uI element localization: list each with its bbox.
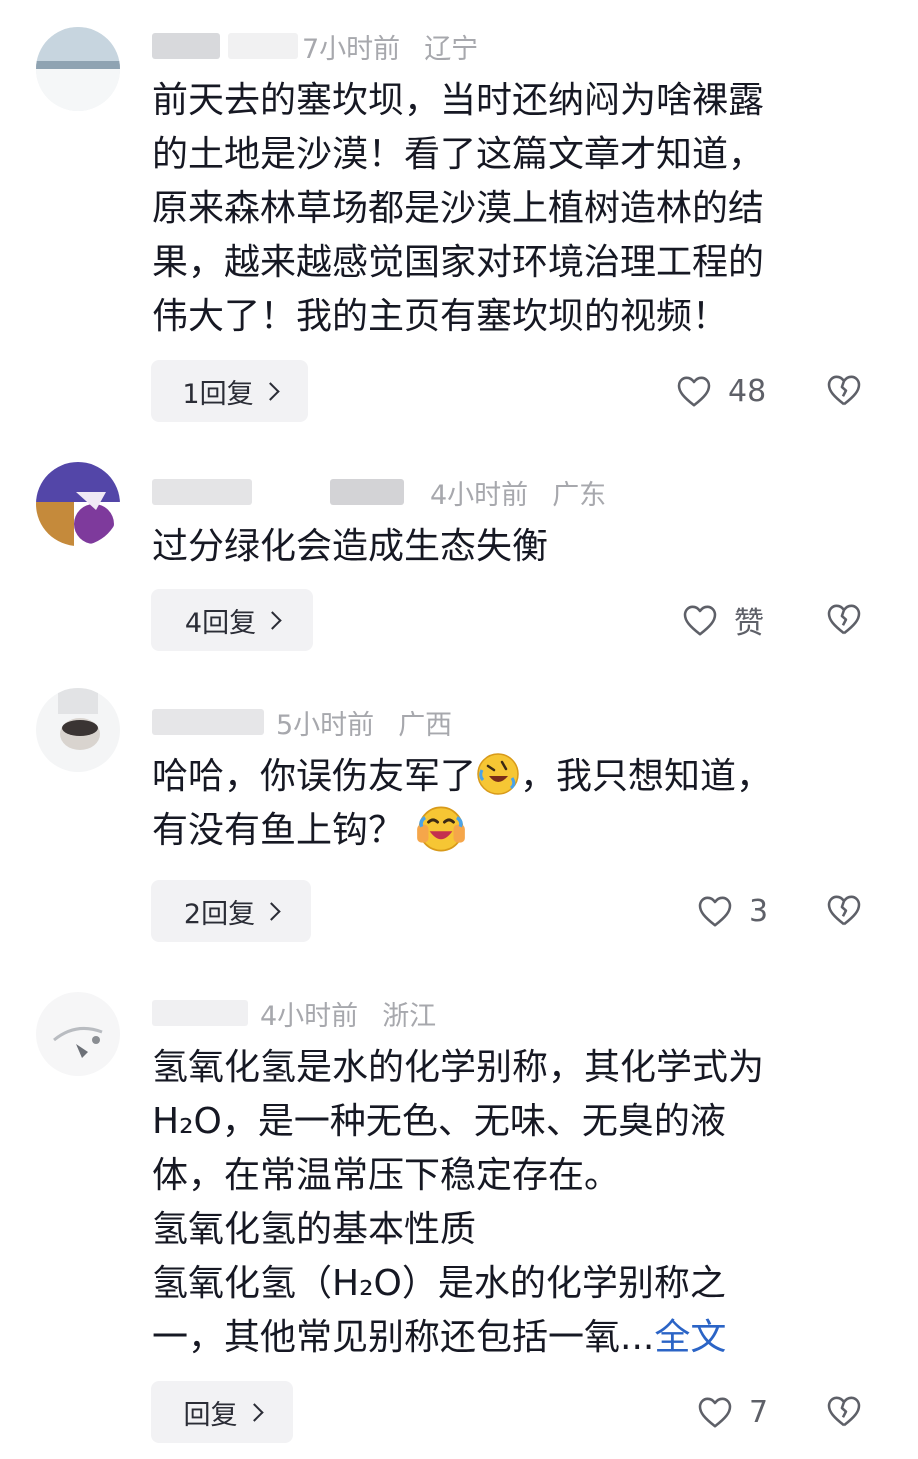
rolling-laugh-emoji <box>477 753 519 795</box>
dislike-button[interactable] <box>826 893 862 929</box>
comment-location: 辽宁 <box>424 33 479 65</box>
like-count: 赞 <box>734 606 764 641</box>
view-replies-button[interactable]: 1回复 <box>151 360 308 422</box>
comment-text[interactable]: 哈哈，你误伤友军了 ，我只想知道， 有没有鱼上钩？ <box>152 750 872 858</box>
like-count: 7 <box>749 1394 769 1430</box>
comment-time: 4小时前 <box>260 1000 359 1032</box>
like-button[interactable]: 赞 <box>682 600 764 641</box>
broken-heart-icon <box>827 604 861 635</box>
username-blurred[interactable] <box>152 1000 248 1026</box>
reply-button[interactable]: 回复 <box>151 1381 293 1443</box>
username-blurred[interactable] <box>152 709 264 735</box>
broken-heart-icon <box>827 375 861 406</box>
username-blurred[interactable] <box>152 33 220 59</box>
expand-full-text-link[interactable]: 全文 <box>654 1317 726 1358</box>
heart-outline-icon <box>698 896 732 927</box>
comment-location: 广东 <box>552 479 607 511</box>
avatar[interactable] <box>36 688 120 772</box>
comment-meta: 4小时前 广东 <box>152 474 607 511</box>
chevron-right-icon <box>263 611 282 630</box>
broken-heart-icon <box>827 1396 861 1427</box>
dislike-button[interactable] <box>826 373 862 409</box>
like-button[interactable]: 3 <box>697 891 768 931</box>
like-count: 48 <box>728 373 767 409</box>
comment-time: 5小时前 <box>276 709 375 741</box>
reply-label: 回复 <box>183 1399 238 1431</box>
comment-time: 4小时前 <box>430 479 529 511</box>
comment-location: 广西 <box>398 709 453 741</box>
reply-label: 1回复 <box>182 378 254 410</box>
username-blurred[interactable] <box>152 479 252 505</box>
heart-outline-icon <box>698 1397 732 1428</box>
like-count: 3 <box>749 893 769 929</box>
comment-text[interactable]: 过分绿化会造成生态失衡 <box>152 520 872 574</box>
comment-meta: 4小时前 浙江 <box>152 995 437 1032</box>
view-replies-button[interactable]: 4回复 <box>151 589 313 651</box>
like-button[interactable]: 48 <box>676 371 766 411</box>
tears-of-joy-emoji <box>417 806 465 852</box>
view-replies-button[interactable]: 2回复 <box>151 880 311 942</box>
heart-outline-icon <box>683 605 717 636</box>
comment-text[interactable]: 氢氧化氢是水的化学别称，其化学式为 H₂O，是一种无色、无味、无臭的液 体，在常… <box>152 1041 872 1365</box>
chevron-right-icon <box>244 1403 264 1422</box>
comment-time: 7小时前 <box>302 33 401 65</box>
broken-heart-icon <box>827 895 861 926</box>
dislike-button[interactable] <box>826 1394 862 1430</box>
avatar[interactable] <box>36 462 120 546</box>
heart-outline-icon <box>677 376 711 407</box>
comment-text[interactable]: 前天去的塞坎坝，当时还纳闷为啥裸露 的土地是沙漠！看了这篇文章才知道， 原来森林… <box>152 74 872 344</box>
reply-label: 2回复 <box>183 898 256 930</box>
chevron-right-icon <box>260 382 280 401</box>
reply-label: 4回复 <box>184 607 257 639</box>
dislike-button[interactable] <box>826 602 862 638</box>
comment-meta: 5小时前 广西 <box>152 704 453 741</box>
like-button[interactable]: 7 <box>697 1392 768 1432</box>
comment-meta: 7小时前 辽宁 <box>152 28 479 65</box>
avatar[interactable] <box>36 992 120 1076</box>
comment-location: 浙江 <box>382 1000 437 1032</box>
avatar[interactable] <box>36 27 120 111</box>
chevron-right-icon <box>262 902 281 921</box>
